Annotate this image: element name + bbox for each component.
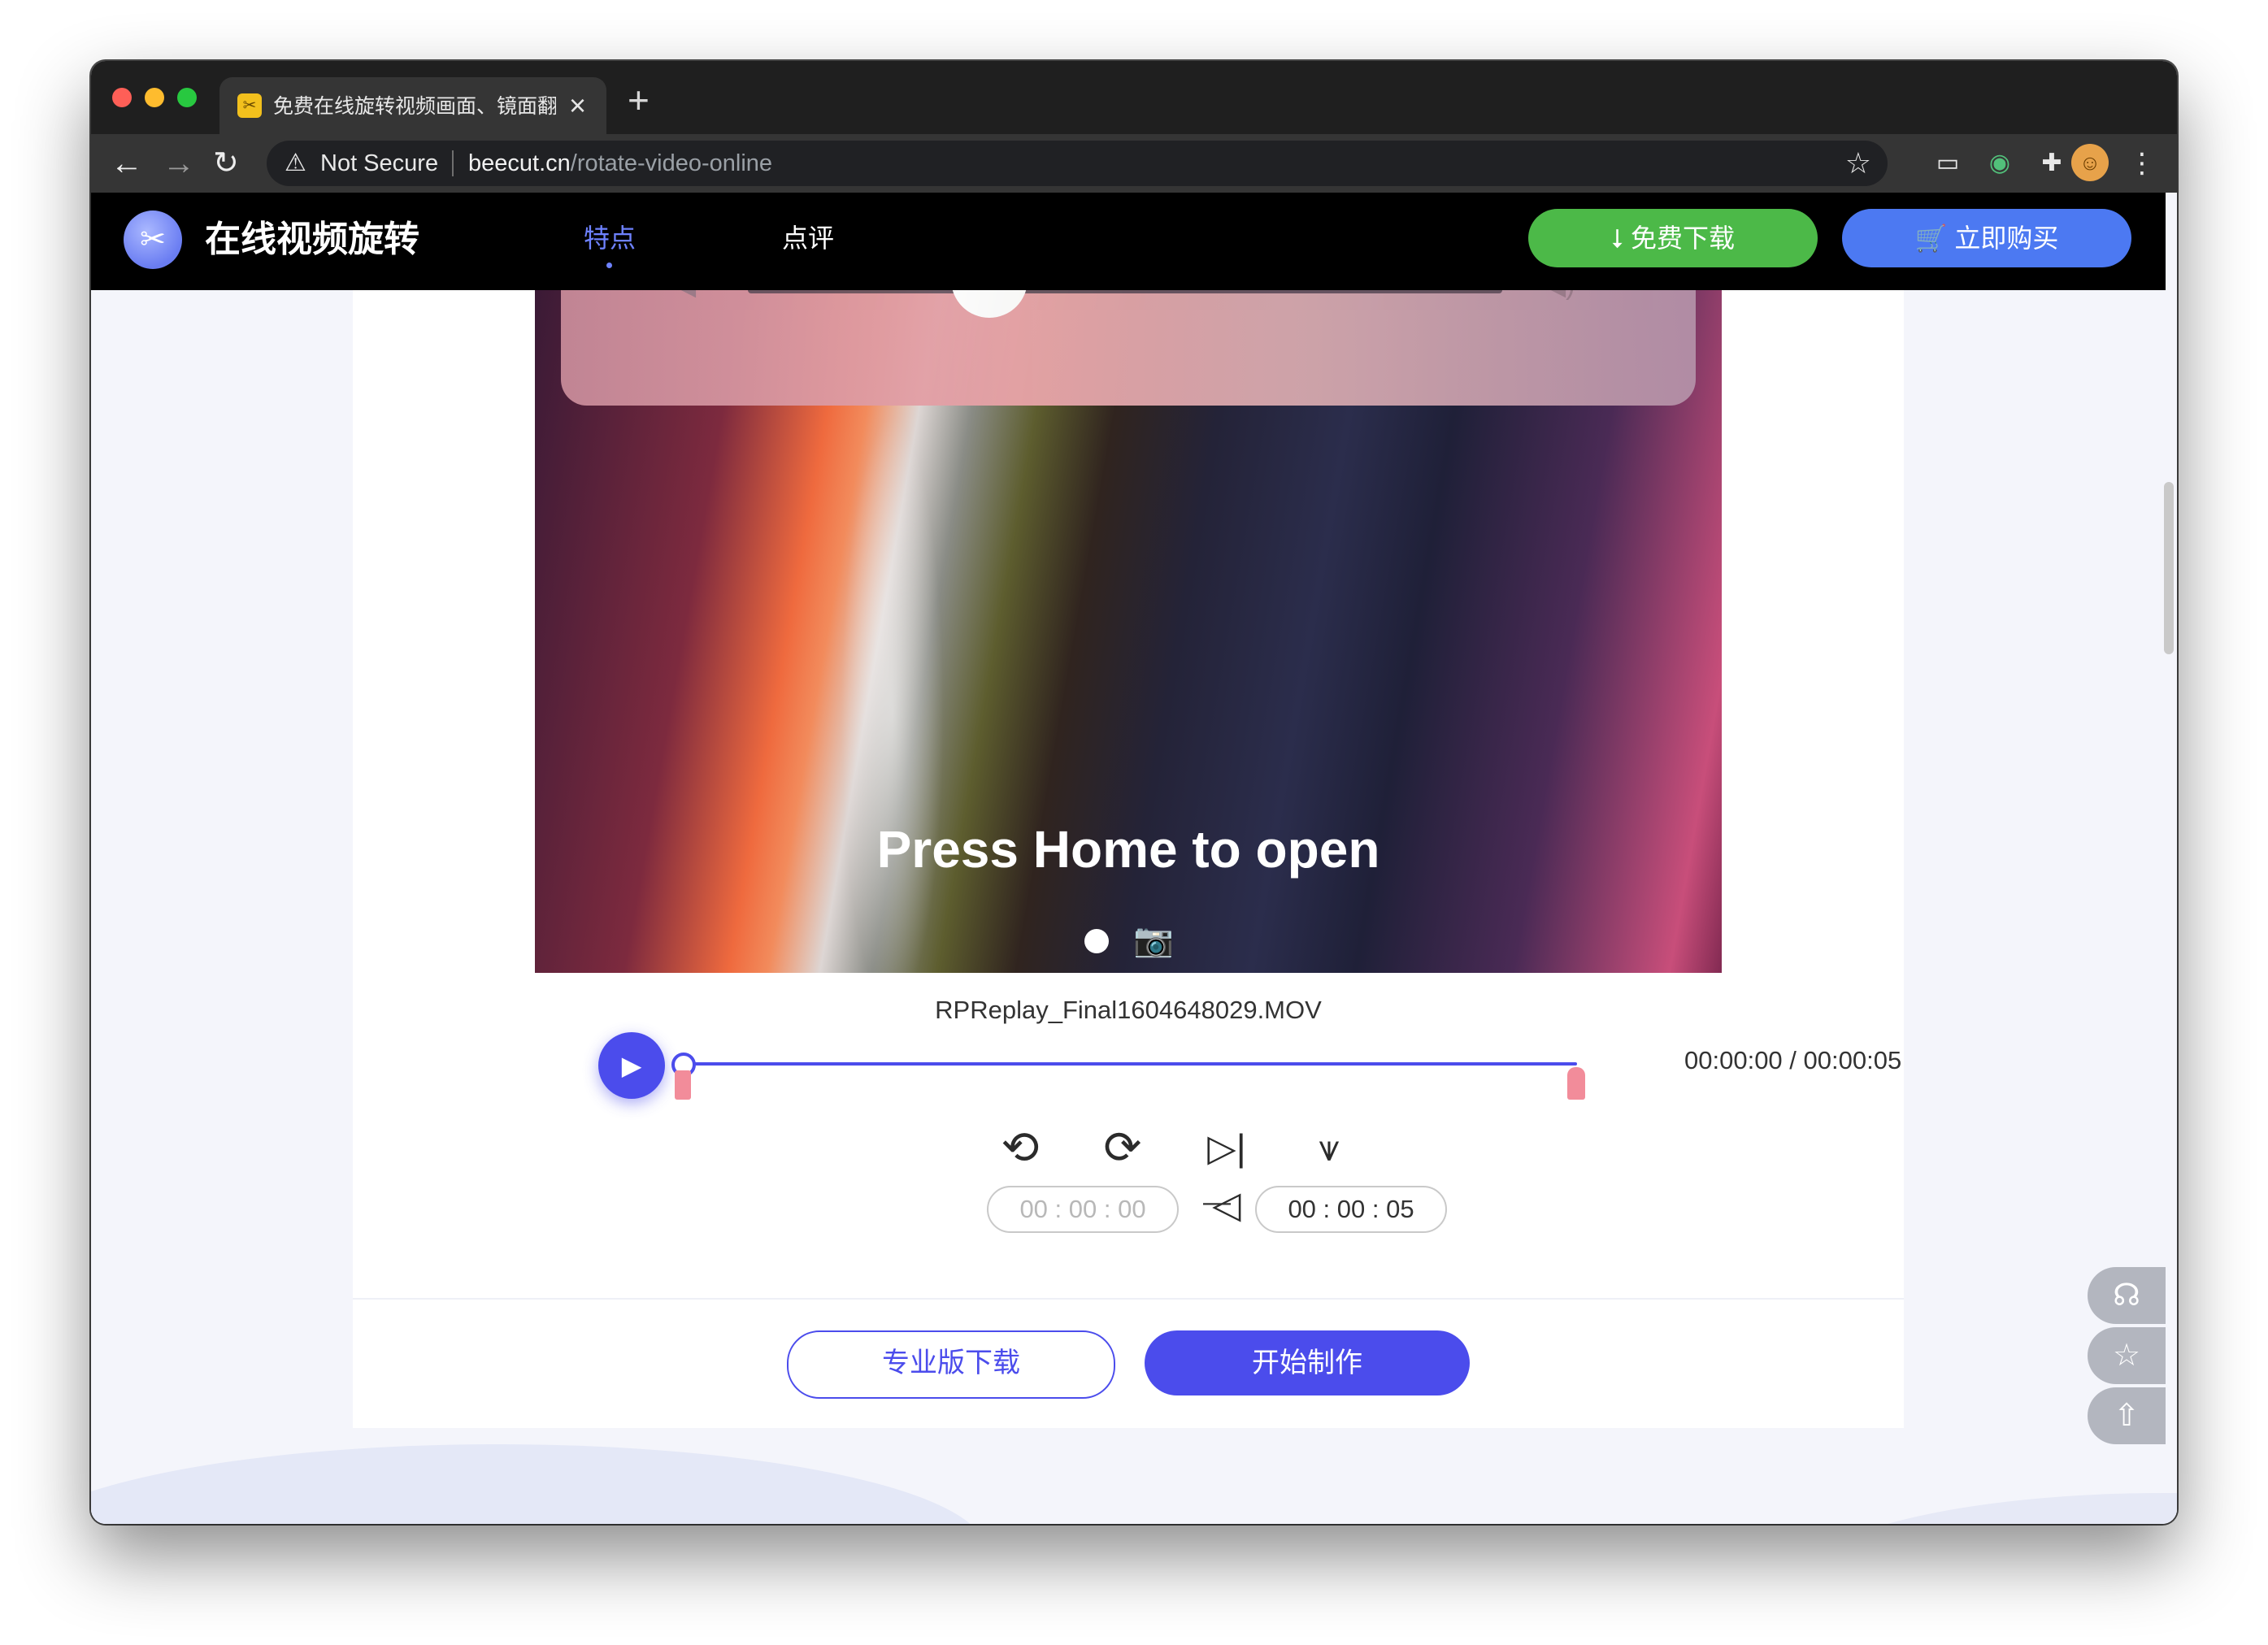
editor-card: ◀ ◀) Press Home to open 📷 RPReplay_Final… <box>353 290 1904 1428</box>
volume-slider <box>748 290 1502 293</box>
flip-horizontal-icon[interactable]: ▷|◁ <box>1198 1119 1255 1226</box>
minimize-window-button[interactable] <box>145 88 164 107</box>
close-window-button[interactable] <box>112 88 132 107</box>
start-button[interactable]: 开始制作 <box>1145 1330 1470 1395</box>
profile-avatar[interactable]: ☺ <box>2071 144 2109 181</box>
trim-end-input[interactable] <box>1255 1186 1447 1233</box>
scrollbar-thumb[interactable] <box>2164 482 2174 654</box>
volume-high-icon: ◀) <box>1545 290 1575 302</box>
play-button[interactable]: ▶ <box>598 1032 665 1099</box>
browser-tab[interactable]: ✂ 免费在线旋转视频画面、镜面翻转 × <box>219 77 606 134</box>
free-download-button[interactable]: ⭣ 免费下载 <box>1528 209 1818 267</box>
browser-window: ✂ 免费在线旋转视频画面、镜面翻转 × + ← → ↻ ⚠ Not Secure… <box>91 61 2177 1524</box>
card-divider <box>353 1298 1904 1300</box>
browser-toolbar: ← → ↻ ⚠ Not Secure beecut.cn/rotate-vide… <box>91 134 2177 193</box>
close-tab-icon[interactable]: × <box>569 88 586 124</box>
site-header: ✂ 在线视频旋转 特点 点评 ⭣ 免费下载 🛒 立即购买 <box>91 193 2166 290</box>
buy-now-button[interactable]: 🛒 立即购买 <box>1842 209 2131 267</box>
extension-reader-icon[interactable]: ▭ <box>1933 149 1962 178</box>
support-headset-icon[interactable]: ☊ <box>2088 1267 2166 1324</box>
favorite-star-icon[interactable]: ☆ <box>2088 1327 2166 1384</box>
video-caption: Press Home to open <box>876 820 1380 879</box>
favicon-icon: ✂ <box>237 93 262 118</box>
trim-start-handle[interactable] <box>675 1070 691 1100</box>
range-dash: — <box>1203 1187 1231 1217</box>
bookmark-star-icon[interactable]: ☆ <box>1845 145 1871 181</box>
trim-end-handle[interactable] <box>1567 1067 1585 1100</box>
address-bar[interactable]: ⚠ Not Secure beecut.cn/rotate-video-onli… <box>267 141 1888 186</box>
reload-icon[interactable]: ↻ <box>213 142 239 184</box>
camera-icon: 📷 <box>1133 922 1174 958</box>
volume-overlay: ◀ ◀) <box>561 290 1696 406</box>
browser-menu-icon[interactable]: ⋮ <box>2128 145 2156 181</box>
url-text[interactable]: beecut.cn/rotate-video-online <box>468 149 772 178</box>
back-to-top-rocket-icon[interactable]: ⇧ <box>2088 1387 2166 1444</box>
video-preview[interactable]: ◀ ◀) Press Home to open 📷 <box>535 290 1722 973</box>
url-path: /rotate-video-online <box>570 150 773 176</box>
rotate-left-icon[interactable]: ⟲ <box>992 1119 1049 1176</box>
url-host: beecut.cn <box>468 150 571 176</box>
tab-strip: ✂ 免费在线旋转视频画面、镜面翻转 × + <box>91 61 2177 134</box>
background-wave <box>1798 1493 2177 1524</box>
maximize-window-button[interactable] <box>177 88 197 107</box>
nav-reviews[interactable]: 点评 <box>782 220 834 256</box>
nav-features[interactable]: 特点 <box>584 220 636 268</box>
side-toolbar: ☊ ☆ ⇧ <box>2088 1267 2166 1448</box>
volume-low-icon: ◀ <box>675 290 696 302</box>
back-arrow-icon[interactable]: ← <box>111 142 143 184</box>
video-filename: RPReplay_Final1604648029.MOV <box>935 996 1322 1024</box>
volume-knob <box>951 290 1028 318</box>
omnibox-divider <box>452 150 454 176</box>
new-tab-button[interactable]: + <box>628 79 650 121</box>
tab-title: 免费在线旋转视频画面、镜面翻转 <box>273 95 556 118</box>
page-viewport: ✂ 在线视频旋转 特点 点评 ⭣ 免费下载 🛒 立即购买 ◀ ◀) Press … <box>91 193 2177 1524</box>
security-label: Not Secure <box>320 150 439 176</box>
extensions-puzzle-icon[interactable]: ✚ <box>2037 149 2066 178</box>
site-title[interactable]: 在线视频旋转 <box>205 217 419 263</box>
page-indicator-dot <box>1084 929 1109 953</box>
extension-globe-icon[interactable]: ◉ <box>1985 149 2014 178</box>
rotate-right-icon[interactable]: ⟳ <box>1094 1119 1151 1176</box>
forward-arrow-icon[interactable]: → <box>163 142 195 184</box>
time-readout: 00:00:00 / 00:00:05 <box>1684 1046 1902 1074</box>
trim-start-input[interactable] <box>987 1186 1179 1233</box>
logo-scissors-icon[interactable]: ✂ <box>124 211 182 269</box>
flip-vertical-icon[interactable]: ⩛ <box>1301 1119 1358 1176</box>
pro-download-button[interactable]: 专业版下载 <box>787 1330 1115 1399</box>
warning-icon: ⚠ <box>285 150 306 176</box>
background-wave <box>91 1444 985 1524</box>
timeline-track[interactable] <box>683 1062 1577 1066</box>
